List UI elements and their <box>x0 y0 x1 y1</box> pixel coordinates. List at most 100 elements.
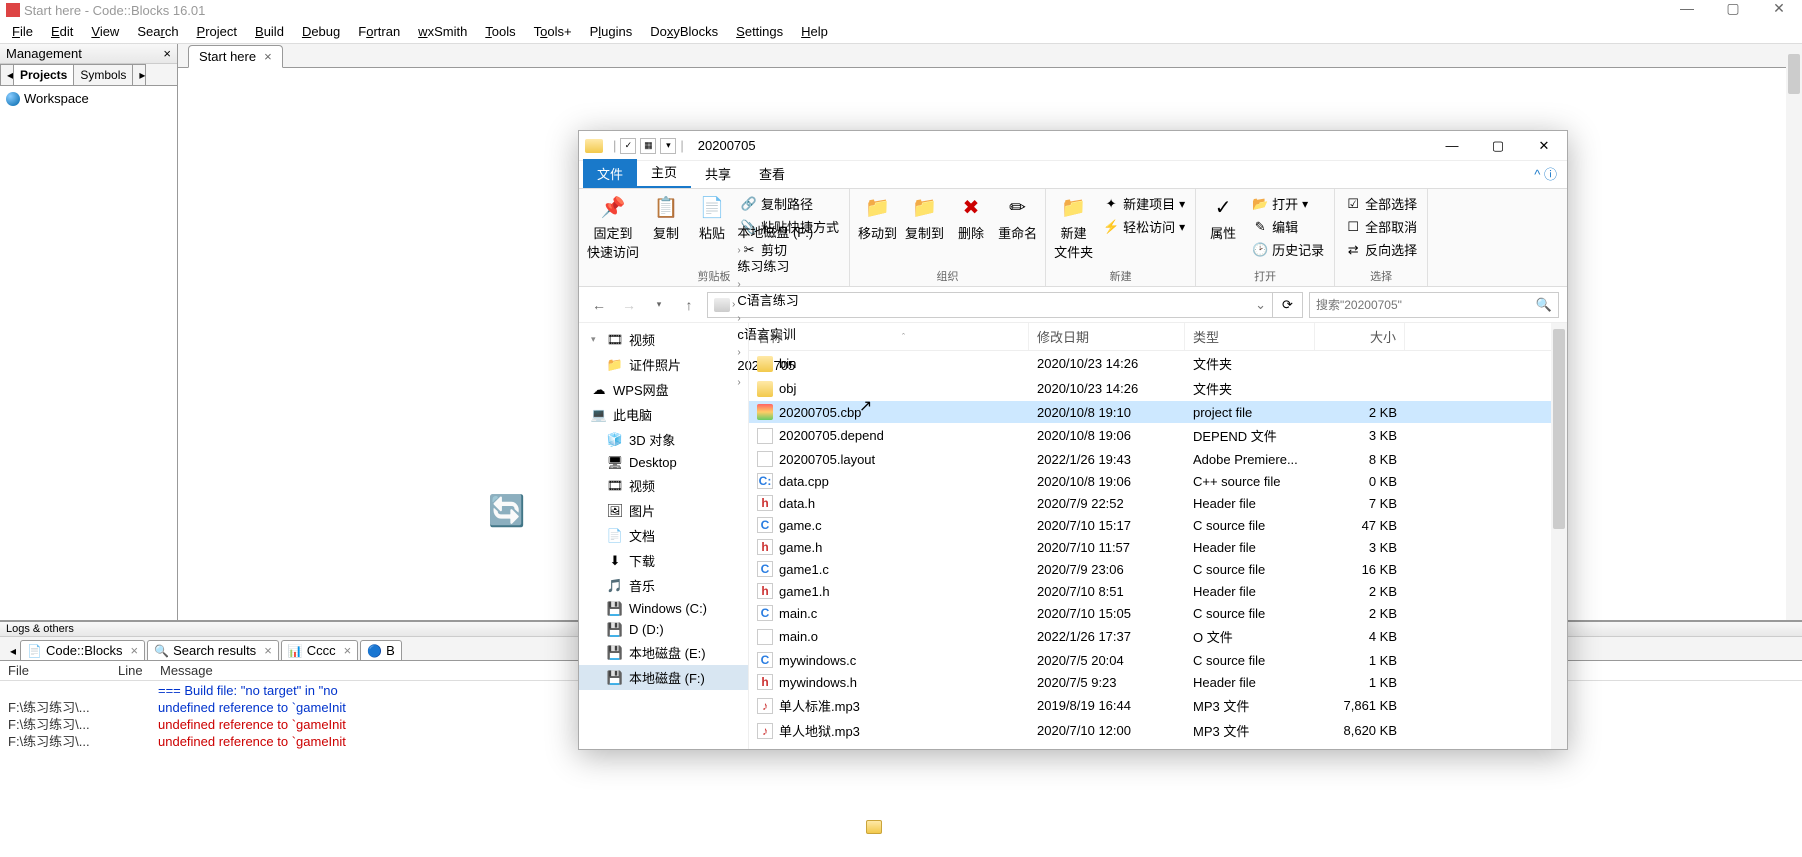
file-row[interactable]: Cmain.c2020/7/10 15:05C source file2 KB <box>749 602 1567 624</box>
address-bar[interactable]: › 本地磁盘 (F:)›练习练习›C语言练习›c语言实训›20200705› ⌄ <box>707 292 1273 318</box>
file-row[interactable]: hdata.h2020/7/9 22:52Header file7 KB <box>749 492 1567 514</box>
move-to-button[interactable]: 📁移动到 <box>858 193 897 242</box>
file-row[interactable]: main.o2022/1/26 17:37O 文件4 KB <box>749 624 1567 649</box>
explorer-close-button[interactable]: ✕ <box>1521 131 1567 161</box>
edit-button[interactable]: ✎编辑 <box>1250 216 1326 237</box>
file-row[interactable]: Cgame.c2020/7/10 15:17C source file47 KB <box>749 514 1567 536</box>
nav-back-button[interactable]: ← <box>587 293 611 317</box>
menu-doxyblocks[interactable]: DoxyBlocks <box>642 22 726 41</box>
copy-path-button[interactable]: 🔗复制路径 <box>739 193 841 214</box>
menu-settings[interactable]: Settings <box>728 22 791 41</box>
logs-tab-b[interactable]: 🔵 B <box>360 640 402 660</box>
tree-item[interactable]: 🖥Desktop <box>579 452 748 473</box>
tree-item[interactable]: ☁WPS网盘 <box>579 377 748 402</box>
nav-recent-dropdown[interactable]: ▾ <box>647 293 671 317</box>
explorer-minimize-button[interactable]: — <box>1429 131 1475 161</box>
delete-button[interactable]: ✖删除 <box>952 193 990 242</box>
logs-tab-search[interactable]: 🔍 Search results× <box>147 640 279 660</box>
pin-button[interactable]: 📌固定到 快速访问 <box>587 193 639 261</box>
qat-button[interactable]: ▦ <box>640 138 656 154</box>
recent-item[interactable] <box>866 818 891 836</box>
main-scrollbar[interactable] <box>1786 44 1802 624</box>
log-col-message[interactable]: Message <box>160 663 213 678</box>
mgmt-tab-symbols[interactable]: Symbols <box>73 64 133 85</box>
copy-to-button[interactable]: 📁复制到 <box>905 193 944 242</box>
refresh-button[interactable]: ⟳ <box>1273 292 1303 318</box>
tab-close-icon[interactable]: × <box>264 49 272 64</box>
log-col-line[interactable]: Line <box>118 663 160 678</box>
menu-edit[interactable]: Edit <box>43 22 81 41</box>
refresh-icon[interactable] <box>488 494 524 530</box>
file-row[interactable]: hgame.h2020/7/10 11:57Header file3 KB <box>749 536 1567 558</box>
search-box[interactable]: 🔍 <box>1309 292 1559 318</box>
ribbon-tab-home[interactable]: 主页 <box>637 157 691 188</box>
copy-button[interactable]: 📋复制 <box>647 193 685 261</box>
explorer-maximize-button[interactable]: ▢ <box>1475 131 1521 161</box>
nav-up-button[interactable]: ↑ <box>677 293 701 317</box>
file-row[interactable]: hmywindows.h2020/7/5 9:23Header file1 KB <box>749 671 1567 693</box>
search-icon[interactable]: 🔍 <box>1536 297 1552 313</box>
menu-wxsmith[interactable]: wxSmith <box>410 22 475 41</box>
tree-item[interactable]: 🧊3D 对象 <box>579 427 748 452</box>
easy-access-button[interactable]: ⚡轻松访问 ▾ <box>1101 216 1187 237</box>
history-button[interactable]: 🕑历史记录 <box>1250 239 1326 260</box>
col-type[interactable]: 类型 <box>1185 323 1315 350</box>
tree-item[interactable]: 📄文档 <box>579 523 748 548</box>
ribbon-tab-file[interactable]: 文件 <box>583 159 637 188</box>
ribbon-collapse-icon[interactable]: ^ ⓘ <box>1520 159 1567 188</box>
tree-item[interactable]: 🖼图片 <box>579 498 748 523</box>
menu-plugins[interactable]: Plugins <box>582 22 641 41</box>
file-row[interactable]: C:data.cpp2020/10/8 19:06C++ source file… <box>749 470 1567 492</box>
tree-item[interactable]: 💾本地磁盘 (E:) <box>579 640 748 665</box>
workspace-node[interactable]: Workspace <box>4 90 173 107</box>
mgmt-tab-right-arrow[interactable]: ▸ <box>132 64 146 85</box>
menu-fortran[interactable]: Fortran <box>350 22 408 41</box>
tab-start-here[interactable]: Start here × <box>188 45 283 68</box>
col-size[interactable]: 大小 <box>1315 323 1405 350</box>
menu-build[interactable]: Build <box>247 22 292 41</box>
menu-tools[interactable]: Tools <box>477 22 523 41</box>
properties-button[interactable]: ✓属性 <box>1204 193 1242 260</box>
file-row[interactable]: bin2020/10/23 14:26文件夹 <box>749 351 1567 376</box>
file-row[interactable]: ♪单人标准.mp32019/8/19 16:44MP3 文件7,861 KB <box>749 693 1567 718</box>
file-row[interactable]: hgame1.h2020/7/10 8:51Header file2 KB <box>749 580 1567 602</box>
file-row[interactable]: Cmywindows.c2020/7/5 20:04C source file1… <box>749 649 1567 671</box>
paste-button[interactable]: 📄粘贴 <box>693 193 731 261</box>
select-none-button[interactable]: ☐全部取消 <box>1343 216 1419 237</box>
logs-tab-cccc[interactable]: 📊 Cccc× <box>281 640 358 660</box>
select-all-button[interactable]: ☑全部选择 <box>1343 193 1419 214</box>
rename-button[interactable]: ✏重命名 <box>998 193 1037 242</box>
cb-close-button[interactable]: ✕ <box>1756 0 1802 20</box>
open-button[interactable]: 📂打开 ▾ <box>1250 193 1326 214</box>
menu-file[interactable]: File <box>4 22 41 41</box>
tree-item[interactable]: 💻此电脑 <box>579 402 748 427</box>
logs-tab-codeblocks[interactable]: 📄 Code::Blocks× <box>20 640 145 660</box>
list-scrollbar[interactable] <box>1551 323 1567 749</box>
cb-maximize-button[interactable]: ▢ <box>1710 0 1756 20</box>
col-name[interactable]: 名称 ˆ <box>749 323 1029 350</box>
tree-item[interactable]: 📁证件照片 <box>579 352 748 377</box>
menu-view[interactable]: View <box>83 22 127 41</box>
menu-search[interactable]: Search <box>129 22 186 41</box>
search-input[interactable] <box>1316 298 1536 312</box>
mgmt-tab-left-arrow[interactable]: ◂ <box>0 64 14 85</box>
tree-item[interactable]: 💾本地磁盘 (F:) <box>579 665 748 690</box>
file-row[interactable]: 20200705.layout2022/1/26 19:43Adobe Prem… <box>749 448 1567 470</box>
tree-item[interactable]: 🎵音乐 <box>579 573 748 598</box>
logs-tab-left-arrow[interactable]: ◂ <box>4 642 18 660</box>
log-col-file[interactable]: File <box>8 663 118 678</box>
file-row[interactable]: 20200705.cbp2020/10/8 19:10project file2… <box>749 401 1567 423</box>
tree-item[interactable]: 🎞视频 <box>579 473 748 498</box>
tree-item[interactable]: ▾🎞视频 <box>579 327 748 352</box>
cb-minimize-button[interactable]: — <box>1664 0 1710 20</box>
new-folder-button[interactable]: 📁新建 文件夹 <box>1054 193 1093 261</box>
nav-forward-button[interactable]: → <box>617 293 641 317</box>
menu-project[interactable]: Project <box>189 22 245 41</box>
management-close-icon[interactable]: × <box>163 46 171 61</box>
col-date[interactable]: 修改日期 <box>1029 323 1185 350</box>
qat-button[interactable]: ✓ <box>620 138 636 154</box>
file-row[interactable]: Cgame1.c2020/7/9 23:06C source file16 KB <box>749 558 1567 580</box>
address-dropdown-icon[interactable]: ⌄ <box>1255 297 1266 313</box>
explorer-titlebar[interactable]: | ✓ ▦ ▾ | 20200705 — ▢ ✕ <box>579 131 1567 161</box>
mgmt-tab-projects[interactable]: Projects <box>13 64 74 85</box>
